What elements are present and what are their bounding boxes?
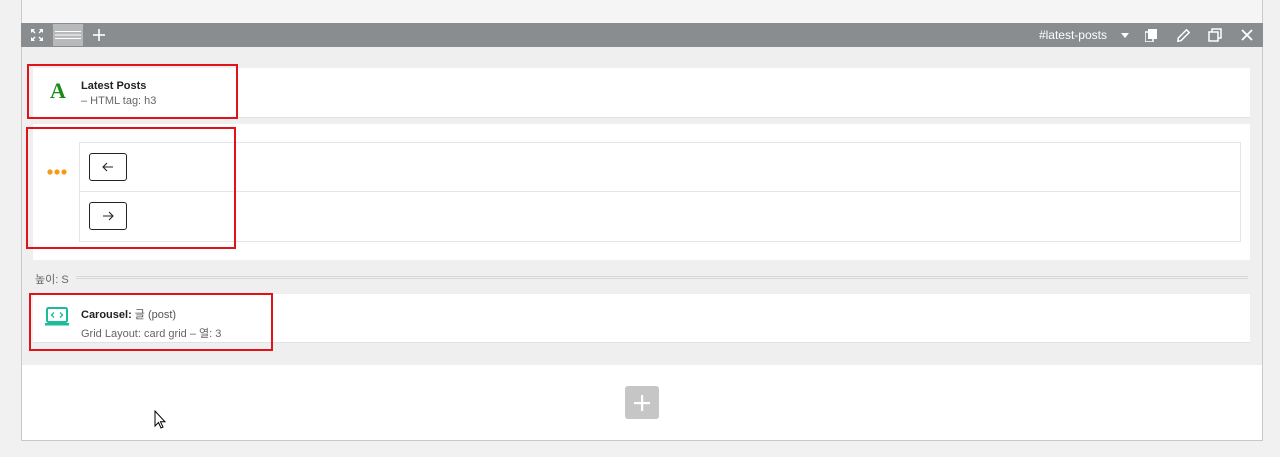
highlight-box [27, 64, 238, 119]
arrows-container [79, 142, 1241, 242]
height-divider [76, 276, 1248, 279]
move-icon[interactable] [21, 23, 53, 47]
add-module-button[interactable] [625, 386, 659, 419]
plus-icon [634, 394, 650, 411]
chevron-down-icon[interactable] [1115, 23, 1135, 47]
highlight-box [26, 127, 236, 249]
close-icon[interactable] [1231, 23, 1263, 47]
highlight-box [29, 293, 273, 351]
height-label: 높이: S [35, 274, 69, 286]
duplicate-icon[interactable] [1199, 23, 1231, 47]
pencil-icon[interactable] [1167, 23, 1199, 47]
drag-handle-icon[interactable] [53, 24, 83, 46]
mouse-cursor-icon [154, 409, 167, 434]
copy-icon[interactable] [1135, 23, 1167, 47]
row-id-label[interactable]: #latest-posts [1039, 28, 1115, 42]
row-toolbar: #latest-posts [21, 23, 1263, 47]
plus-icon[interactable] [83, 23, 115, 47]
